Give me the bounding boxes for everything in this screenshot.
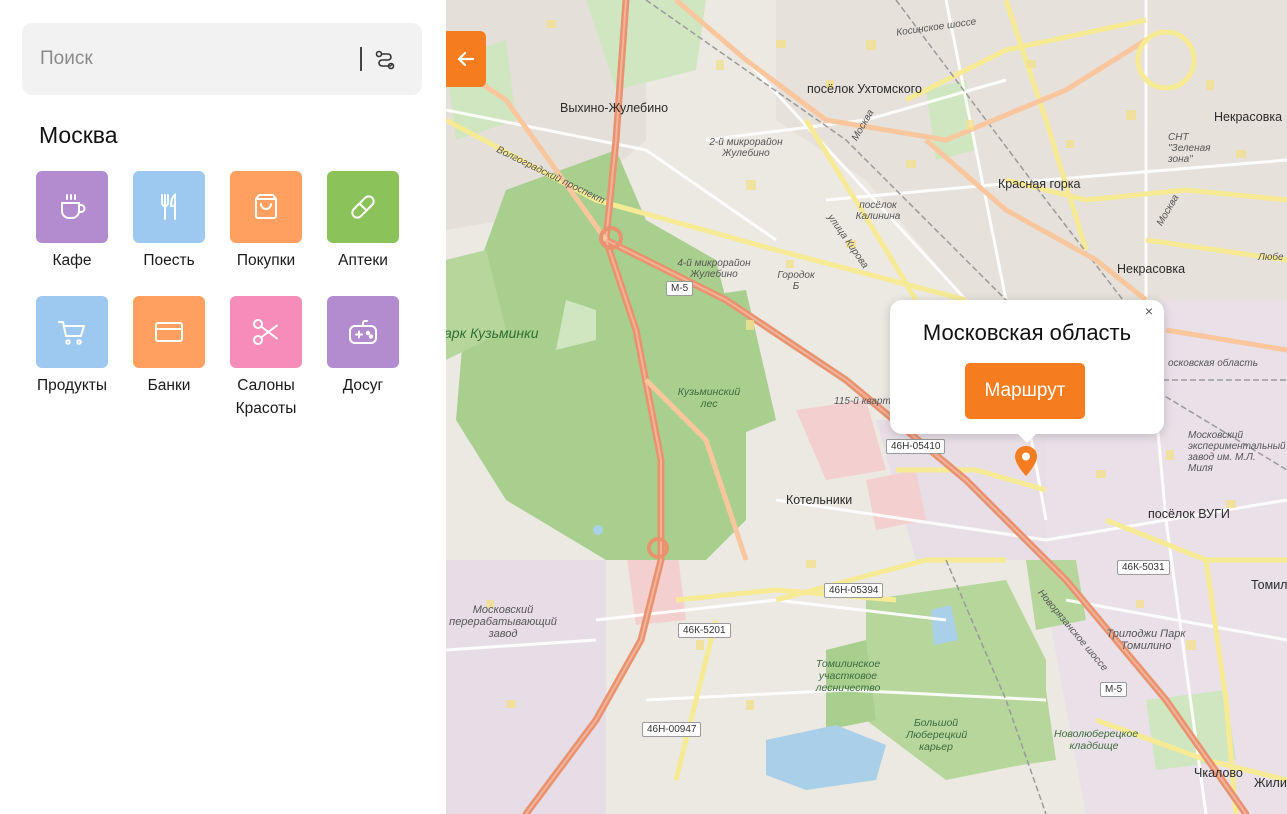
road-shield: М-5 [1100,682,1128,697]
category-leisure[interactable]: Досуг [323,296,403,397]
road-shield: 46Н-00947 [642,722,702,737]
card-icon [155,322,183,342]
road-shield: М-5 [666,281,694,296]
close-icon[interactable]: × [1142,304,1156,318]
coffee-cup-icon [61,194,86,219]
map-label: Любе [1258,252,1284,263]
map-label: осковская область [1168,358,1259,369]
gamepad-icon [349,320,377,344]
category-groceries[interactable]: Продукты [32,296,112,397]
search-input[interactable] [40,23,350,95]
map-label: Московский экспериментальный завод им. М… [1188,430,1286,474]
road-shield: 46Н-05410 [886,439,946,454]
category-tile [230,171,302,243]
map-label: Выхино-Жулебино [560,101,669,115]
category-tile [133,296,205,368]
back-button[interactable] [446,31,486,87]
map-label: Красная горка [998,177,1081,191]
route-button-popup[interactable]: Маршрут [965,363,1085,419]
category-tile [36,296,108,368]
map-label: 2-й микрорайон Жулебино [709,137,783,159]
category-label: Досуг [342,377,384,394]
map-label: Некрасовка [1117,262,1186,276]
map-label: Жилин [1254,776,1287,790]
map-label: Новолюберецкое кладбище [1054,728,1139,752]
road-shield: 46Н-05394 [824,583,884,598]
category-eat[interactable]: Поесть [129,171,209,272]
shopping-bag-icon [255,194,277,219]
category-label: Салоны Красоты [235,377,297,417]
road-shield: 46К-5031 [1117,560,1170,575]
category-beauty[interactable]: Салоны Красоты [226,296,306,420]
map-label: посёлок ВУГИ [1148,507,1230,521]
map-label: Кузьминский лес [677,386,741,410]
map-label: посёлок Калинина [855,200,901,222]
category-tile [327,296,399,368]
map-label: Томилинское участковое лесничество [815,658,881,694]
category-banks[interactable]: Банки [129,296,209,397]
category-label: Покупки [236,252,296,269]
location-popup: × Московская область Маршрут [890,300,1164,443]
category-tile [230,296,302,368]
arrow-left-icon [457,51,475,67]
location-pin-icon[interactable] [1014,445,1038,477]
route-button[interactable] [372,47,398,73]
map-label: СНТ "Зеленая зона" [1168,132,1211,165]
map-label: Московский перерабатывающий завод [449,604,557,640]
map-label: посёлок Ухтомского [807,82,922,96]
map-label: Котельники [786,493,853,507]
category-tile [36,171,108,243]
map-label: 4-й микрорайон Жулебино [677,258,751,280]
road-shield: 46К-5201 [678,623,731,638]
search-divider [360,47,362,71]
map-label: арк Кузьминки [446,325,539,341]
category-label: Банки [147,377,191,394]
category-label: Кафе [52,252,92,269]
sidebar: Москва Кафе Поесть [0,0,446,814]
popup-title: Московская область [922,320,1132,345]
map-label: Городок Б [777,270,815,292]
category-pharmacy[interactable]: Аптеки [323,171,403,272]
category-tile [327,171,399,243]
cart-icon [58,321,85,345]
category-label: Поесть [143,252,195,269]
category-shopping[interactable]: Покупки [226,171,306,272]
fork-knife-icon [161,193,176,220]
search-box [22,23,422,95]
city-title: Москва [39,122,118,148]
pill-icon [351,195,375,219]
map-label: Большой Люберецкий карьер [906,717,968,753]
category-label: Аптеки [338,252,388,269]
map[interactable]: Выхино-Жулебино посёлок Ухтомского Некра… [446,0,1287,814]
map-label: Некрасовка [1214,110,1283,124]
category-cafe[interactable]: Кафе [32,171,112,272]
map-label: Трилоджи Парк Томилино [1106,628,1186,652]
scissors-icon [253,319,278,345]
route-icon [375,50,395,70]
category-tile [133,171,205,243]
map-label: Томил [1251,578,1287,592]
map-label: Чкалово [1194,766,1243,780]
category-label: Продукты [36,377,108,394]
